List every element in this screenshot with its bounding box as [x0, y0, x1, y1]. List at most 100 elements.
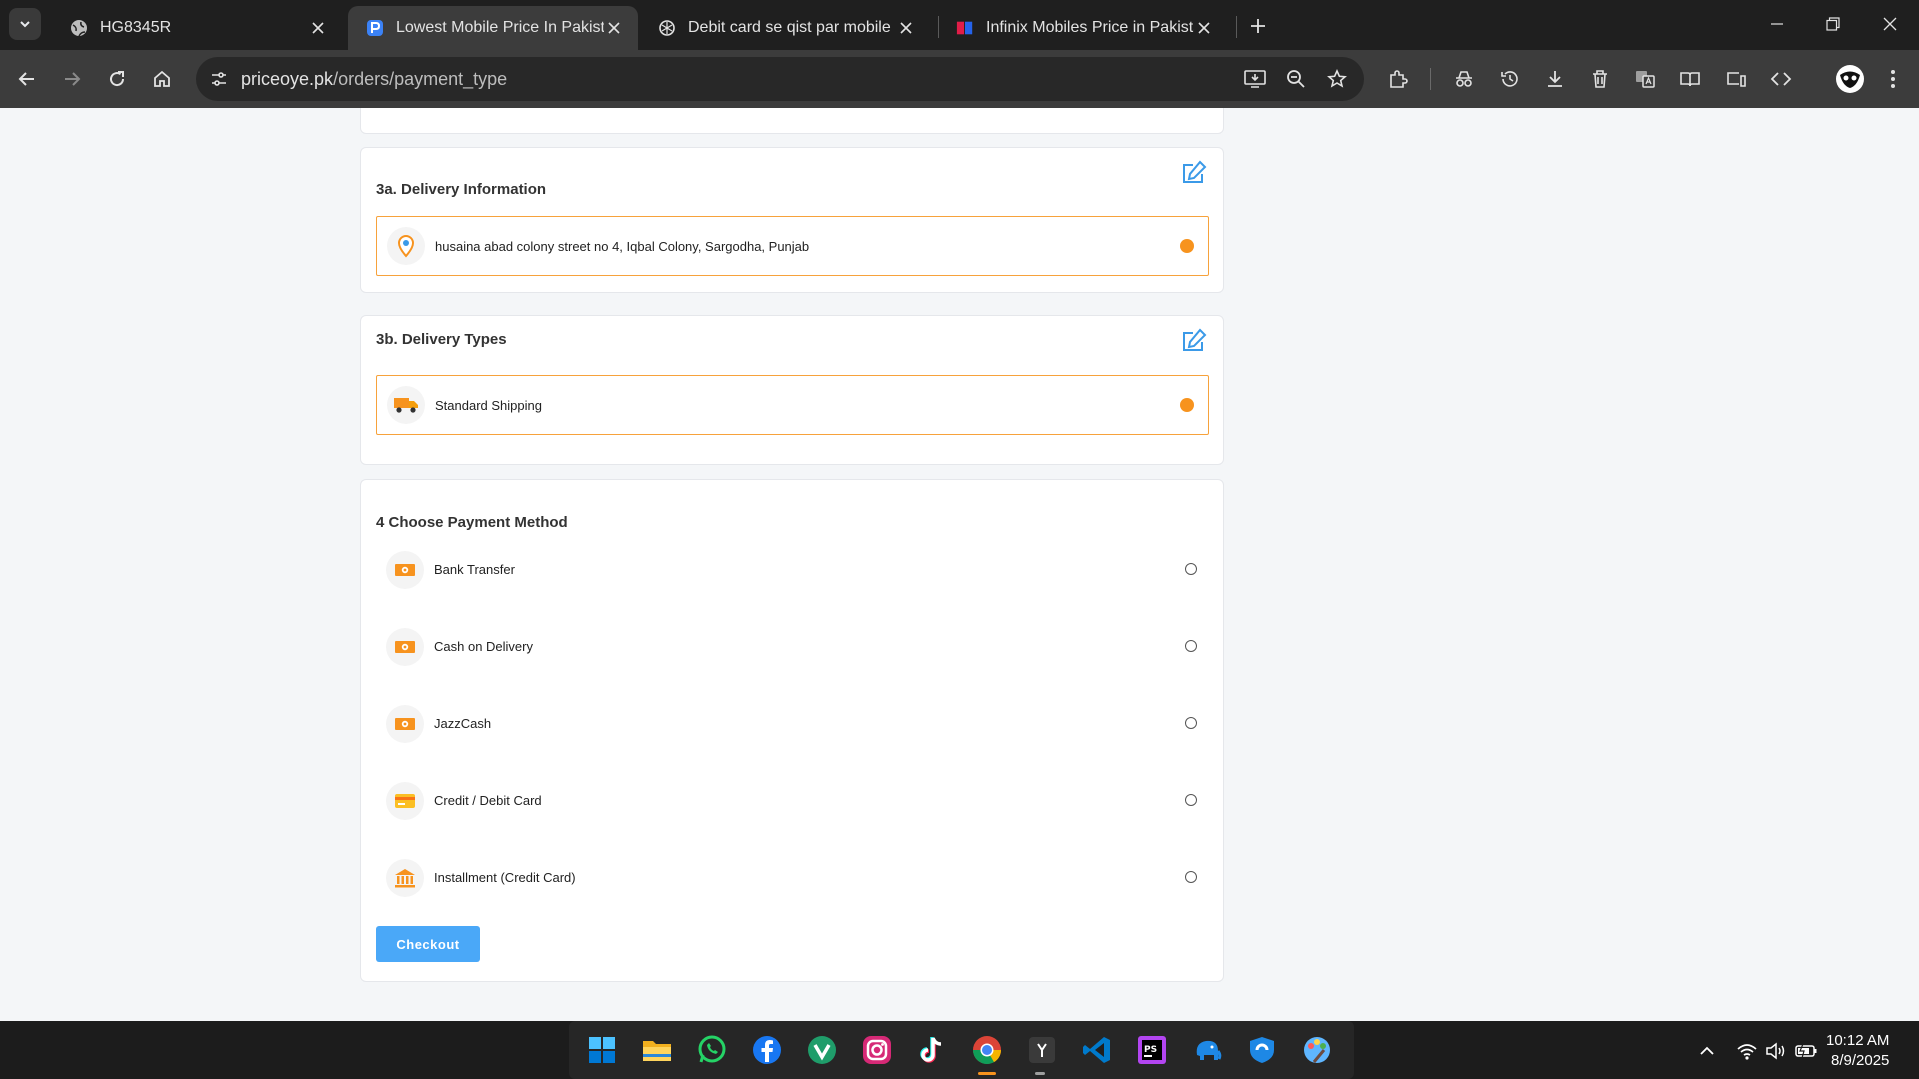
site-info-icon[interactable] [207, 67, 231, 91]
browser-shield-icon[interactable] [1246, 1034, 1278, 1066]
download-icon [1548, 71, 1562, 87]
close-icon[interactable] [604, 18, 624, 38]
close-window-button[interactable] [1870, 8, 1910, 40]
payment-option-credit-debit-card[interactable]: Credit / Debit Card [376, 776, 1209, 826]
file-explorer-icon[interactable] [641, 1034, 673, 1066]
menu-button[interactable] [1879, 65, 1907, 93]
whatmobile-logo-icon [956, 19, 974, 37]
tab-title: Debit card se qist par mobile [688, 19, 891, 36]
translate-button[interactable] [1631, 65, 1659, 93]
chevron-down-icon [20, 21, 30, 28]
chrome-icon[interactable] [971, 1034, 1003, 1066]
delete-button[interactable] [1586, 65, 1614, 93]
incognito-button[interactable] [1450, 65, 1478, 93]
truck-icon [387, 386, 425, 424]
edit-delivery-info-button[interactable] [1181, 160, 1207, 186]
windows-start-icon[interactable] [586, 1034, 618, 1066]
delivery-information-card: 3a. Delivery Information husaina abad co… [360, 147, 1224, 293]
payment-option-jazzcash[interactable]: JazzCash [376, 699, 1209, 749]
url-host: priceoye.pk [241, 69, 334, 89]
devtools-button[interactable] [1767, 65, 1795, 93]
cash-icon [386, 628, 424, 666]
arrow-right-icon [65, 72, 81, 86]
running-app-indicator [1035, 1072, 1045, 1075]
whatsapp-icon[interactable] [696, 1034, 728, 1066]
elephant-app-icon[interactable] [1191, 1034, 1223, 1066]
tab-separator [1236, 16, 1237, 38]
history-button[interactable] [1496, 65, 1524, 93]
radio-button[interactable] [1185, 717, 1197, 729]
tab-infinix-mobiles[interactable]: Infinix Mobiles Price in Pakistan [938, 6, 1228, 50]
selected-indicator [1180, 398, 1194, 412]
history-icon [1501, 71, 1518, 87]
tab-debit-card-qist[interactable]: Debit card se qist par mobile [640, 6, 930, 50]
forward-button[interactable] [56, 63, 88, 95]
bookmark-star-icon[interactable] [1325, 67, 1349, 91]
address-option[interactable]: husaina abad colony street no 4, Iqbal C… [376, 216, 1209, 276]
spy-icon [1456, 71, 1472, 87]
phpstorm-icon[interactable]: PS [1136, 1034, 1168, 1066]
reading-mode-button[interactable] [1676, 65, 1704, 93]
close-icon[interactable] [308, 18, 328, 38]
restore-button[interactable] [1813, 8, 1853, 40]
home-button[interactable] [146, 63, 178, 95]
back-button[interactable] [11, 63, 43, 95]
previous-section-card [360, 108, 1224, 134]
battery-icon[interactable] [1794, 1039, 1818, 1063]
tab-lowest-mobile-price[interactable]: Lowest Mobile Price In Pakistan [348, 6, 638, 50]
profile-avatar[interactable] [1833, 62, 1867, 96]
facebook-icon[interactable] [751, 1034, 783, 1066]
volume-icon[interactable] [1764, 1039, 1788, 1063]
close-icon[interactable] [896, 18, 916, 38]
edit-delivery-type-button[interactable] [1181, 328, 1207, 354]
minimize-icon [1771, 23, 1783, 25]
install-app-icon[interactable] [1243, 67, 1267, 91]
downloads-button[interactable] [1541, 65, 1569, 93]
taskbar-apps: PS [569, 1021, 1354, 1079]
vivaldi-icon[interactable] [806, 1034, 838, 1066]
page-viewport[interactable]: 3a. Delivery Information husaina abad co… [0, 108, 1919, 1021]
shipping-option[interactable]: Standard Shipping [376, 375, 1209, 435]
address-bar[interactable]: priceoye.pk/orders/payment_type [196, 57, 1364, 101]
wifi-icon[interactable] [1735, 1039, 1759, 1063]
yandex-app-icon[interactable] [1026, 1034, 1058, 1066]
payment-option-label: Cash on Delivery [434, 639, 533, 654]
zoom-icon[interactable] [1284, 67, 1308, 91]
code-icon [1770, 72, 1792, 86]
minimize-button[interactable] [1757, 8, 1797, 40]
system-clock[interactable]: 10:12 AM 8/9/2025 [1826, 1031, 1889, 1071]
instagram-icon[interactable] [861, 1034, 893, 1066]
tab-hg8345r[interactable]: HG8345R [52, 6, 342, 50]
radio-button[interactable] [1185, 794, 1197, 806]
globe-icon [70, 19, 88, 37]
payment-method-card: 4 Choose Payment Method Bank Transfer Ca… [360, 479, 1224, 982]
radio-button[interactable] [1185, 871, 1197, 883]
tab-search-button[interactable] [9, 8, 41, 40]
address-text: husaina abad colony street no 4, Iqbal C… [435, 239, 810, 254]
show-hidden-icons-button[interactable] [1695, 1039, 1719, 1063]
new-tab-button[interactable] [1242, 12, 1274, 40]
section-title: 3b. Delivery Types [376, 331, 507, 348]
trash-icon [1593, 70, 1607, 88]
reload-button[interactable] [101, 63, 133, 95]
device-toolbar-button[interactable] [1722, 65, 1750, 93]
vscode-icon[interactable] [1081, 1034, 1113, 1066]
checkout-button[interactable]: Checkout [376, 926, 480, 962]
chevron-up-icon [1700, 1046, 1714, 1055]
taskbar: PS 10:12 AM 8/9/2025 [0, 1021, 1919, 1079]
svg-text:PS: PS [1144, 1045, 1157, 1055]
extensions-button[interactable] [1384, 65, 1412, 93]
payment-option-label: JazzCash [434, 716, 492, 731]
paint-icon[interactable] [1301, 1034, 1333, 1066]
payment-option-installment[interactable]: Installment (Credit Card) [376, 853, 1209, 903]
bank-icon [386, 859, 424, 897]
arrow-left-icon [18, 72, 34, 86]
payment-option-cash-on-delivery[interactable]: Cash on Delivery [376, 622, 1209, 672]
payment-option-bank-transfer[interactable]: Bank Transfer [376, 545, 1209, 595]
close-icon[interactable] [1194, 18, 1214, 38]
radio-button[interactable] [1185, 563, 1197, 575]
tiktok-icon[interactable] [916, 1034, 948, 1066]
browser-toolbar: priceoye.pk/orders/payment_type [0, 50, 1919, 108]
devices-icon [1727, 72, 1746, 87]
radio-button[interactable] [1185, 640, 1197, 652]
